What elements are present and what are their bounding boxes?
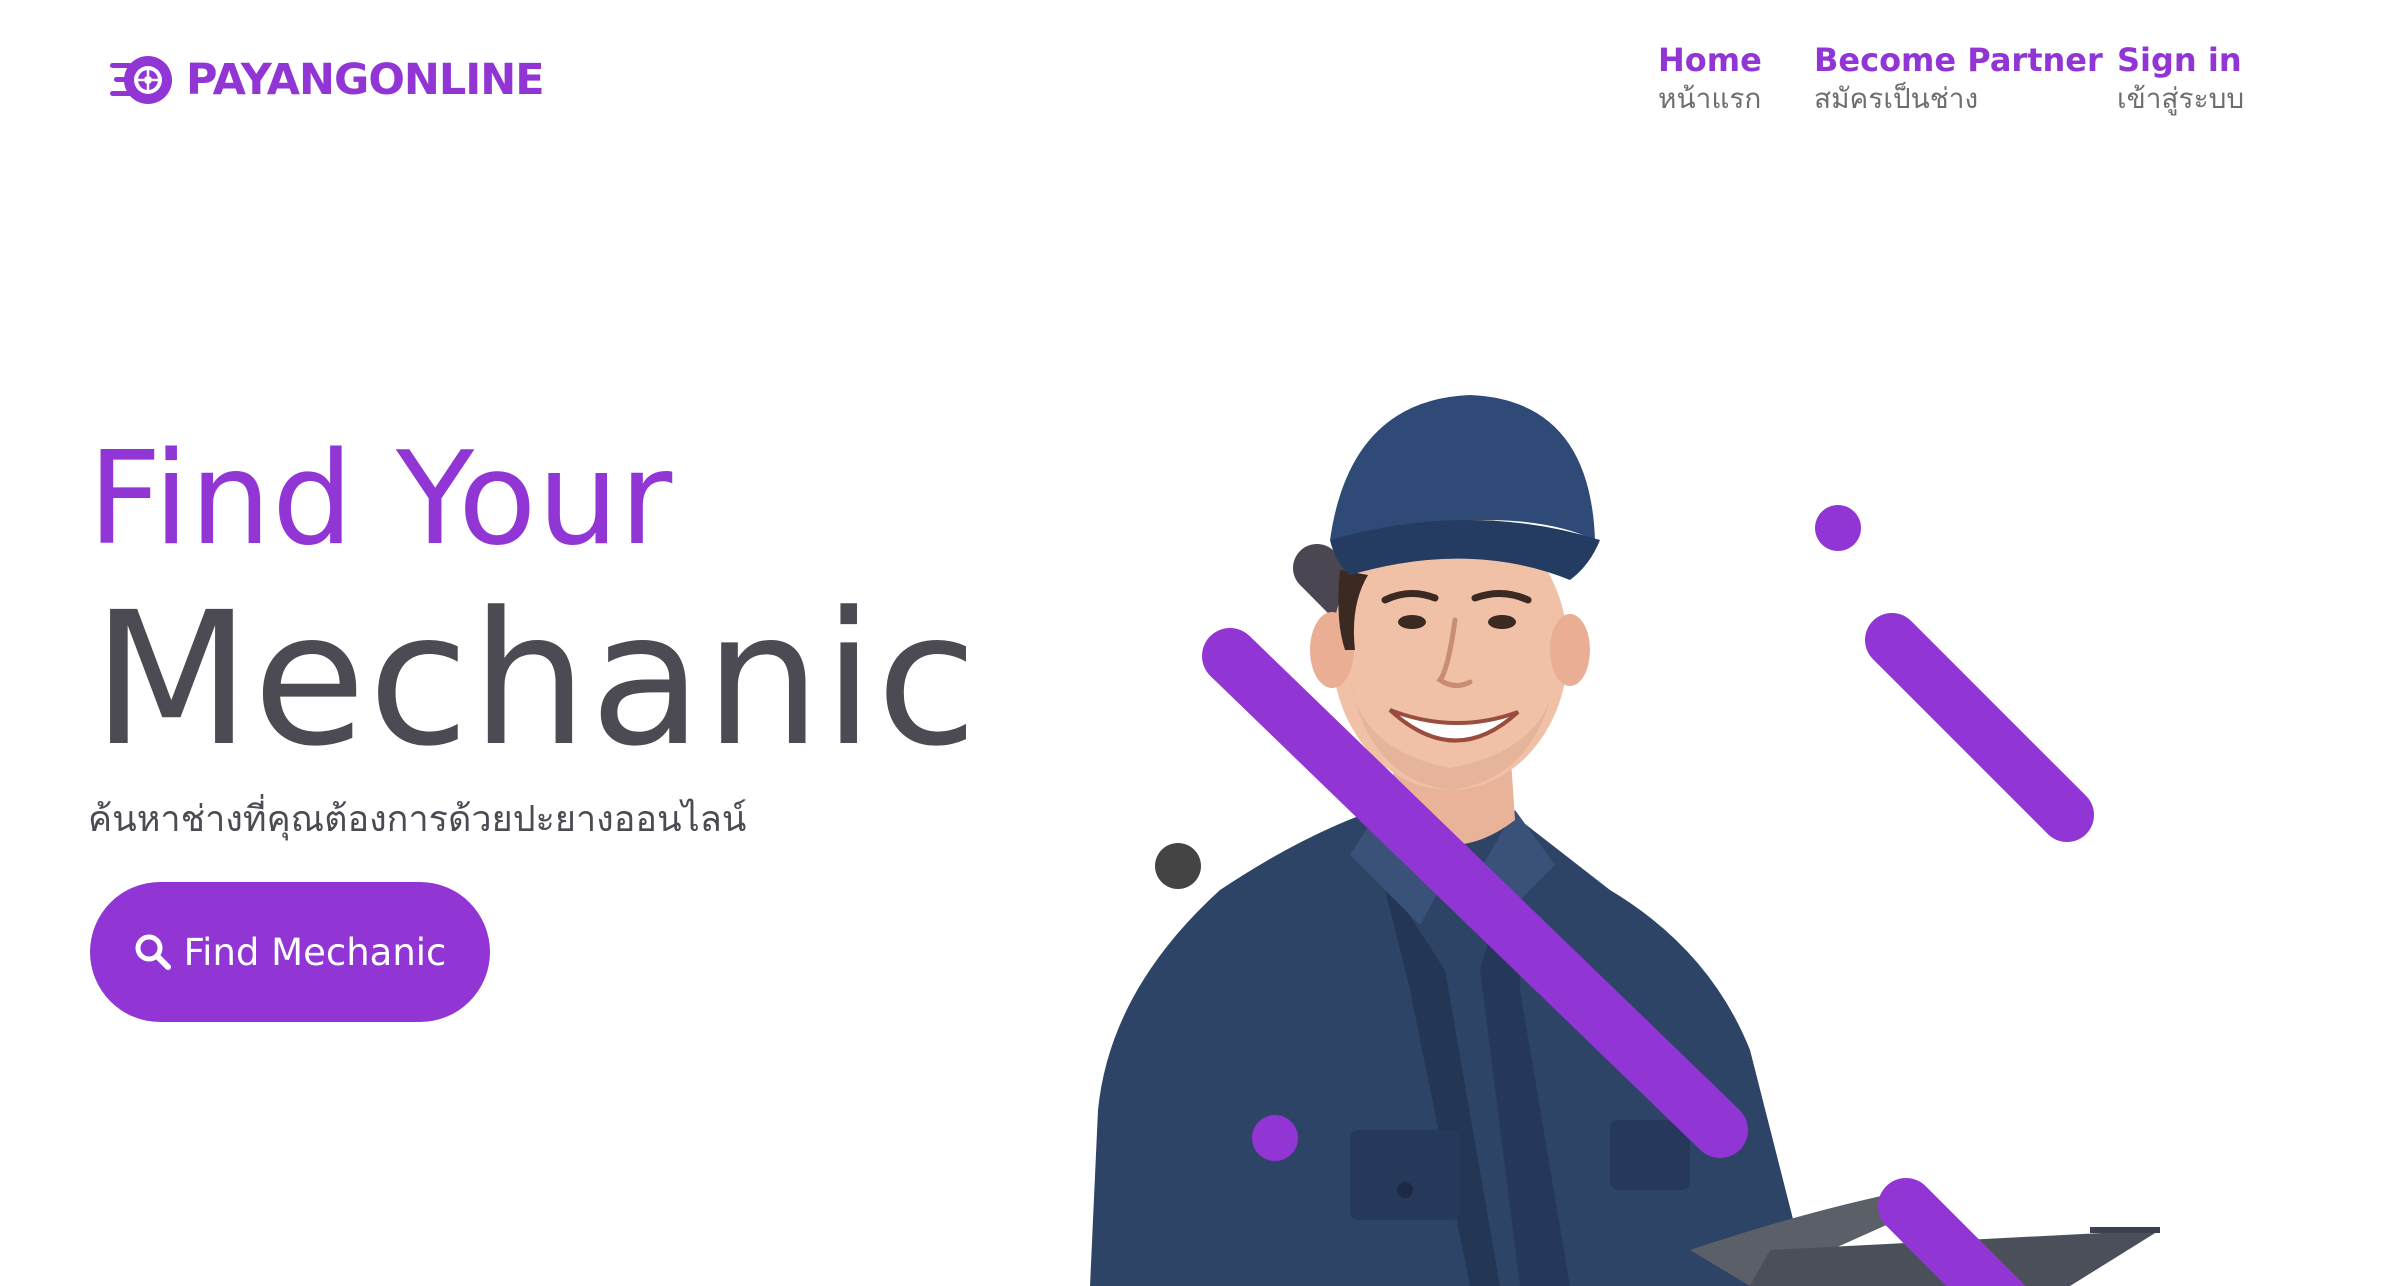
decor-purple-stripe-right [1865, 613, 2094, 842]
hero-title-line2: Mechanic [92, 573, 980, 787]
decor-dot-purple-bottom [1252, 1115, 1298, 1161]
find-mechanic-button[interactable]: Find Mechanic [90, 882, 490, 1022]
decor-dot-purple-top [1815, 505, 1861, 551]
nav-item-label: Sign in [2117, 41, 2242, 79]
mechanic-photo [1090, 395, 2160, 1286]
landing-page: PAYANGONLINE Home หน้าแรก Become Partner… [0, 0, 2400, 1286]
hero-title-line1: Find Your [88, 425, 674, 574]
hero-subtitle: ค้นหาช่างที่คุณต้องการด้วยปะยางออนไลน์ [88, 799, 747, 840]
hero-illustration [1050, 350, 2250, 1286]
nav-item-sublabel: สมัครเป็นช่าง [1814, 82, 1979, 115]
find-mechanic-label: Find Mechanic [183, 930, 447, 974]
decor-dot-dark [1155, 843, 1201, 889]
nav-item-sublabel: หน้าแรก [1658, 82, 1762, 115]
mechanic-cap [1330, 395, 1595, 540]
nav-item-sublabel: เข้าสู่ระบบ [2117, 82, 2245, 115]
search-icon [135, 934, 171, 970]
nav-item-label: Become Partner [1814, 41, 2103, 79]
top-nav: Home หน้าแรก Become Partner สมัครเป็นช่า… [0, 40, 2400, 130]
nav-item-home[interactable]: Home หน้าแรก [1658, 40, 1762, 118]
nav-item-become-partner[interactable]: Become Partner สมัครเป็นช่าง [1814, 40, 2103, 118]
nav-item-label: Home [1658, 41, 1762, 79]
nav-item-sign-in[interactable]: Sign in เข้าสู่ระบบ [2117, 40, 2244, 118]
